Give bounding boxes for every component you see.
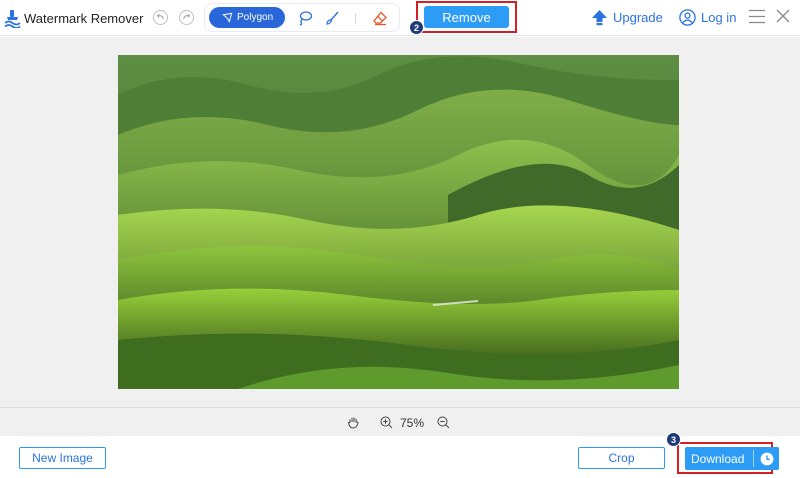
brush-icon (326, 11, 339, 25)
polygon-tool-label: Polygon (237, 12, 274, 23)
selection-tool-group: Polygon (204, 3, 400, 32)
close-icon[interactable] (776, 9, 790, 23)
crop-button[interactable]: Crop (578, 447, 665, 469)
top-toolbar: Watermark Remover Polygon Remove 2 Upgra… (0, 0, 800, 36)
download-divider (753, 450, 754, 467)
editable-photo[interactable] (118, 55, 679, 389)
tool-divider (355, 13, 356, 24)
redo-icon (183, 13, 191, 20)
eraser-icon (373, 11, 387, 26)
app-title: Watermark Remover (24, 10, 144, 26)
upgrade-link[interactable]: Upgrade (591, 8, 663, 26)
zoom-bar: 75% (0, 407, 800, 436)
user-icon (679, 8, 696, 26)
editor-canvas-area (0, 37, 800, 407)
upgrade-label: Upgrade (613, 9, 663, 25)
undo-button[interactable] (153, 10, 168, 25)
step-badge-download: 3 (666, 432, 681, 447)
new-image-button[interactable]: New Image (19, 447, 106, 469)
redo-button[interactable] (179, 10, 194, 25)
app-brand: Watermark Remover (4, 8, 143, 28)
download-label: Download (691, 451, 745, 466)
menu-icon[interactable] (749, 9, 765, 24)
lasso-icon (299, 11, 313, 26)
eraser-tool-button[interactable] (370, 8, 390, 28)
zoom-in-icon[interactable] (380, 416, 393, 429)
login-label: Log in (701, 9, 737, 25)
upgrade-arrow-icon (592, 9, 607, 25)
lasso-tool-button[interactable] (295, 8, 315, 28)
brush-tool-button[interactable] (322, 8, 342, 28)
remove-button[interactable]: Remove (424, 6, 509, 28)
hand-icon[interactable] (347, 416, 360, 429)
clock-icon[interactable] (760, 452, 774, 466)
zoom-level: 75% (400, 416, 425, 430)
download-button[interactable]: Download (685, 447, 779, 470)
step-badge-remove: 2 (409, 20, 424, 35)
watermark-logo-icon (4, 9, 21, 28)
undo-icon (156, 13, 164, 20)
zoom-out-icon[interactable] (437, 416, 450, 429)
polygon-tool-button[interactable]: Polygon (209, 7, 285, 28)
polygon-icon (222, 12, 233, 23)
login-link[interactable]: Log in (679, 8, 736, 26)
